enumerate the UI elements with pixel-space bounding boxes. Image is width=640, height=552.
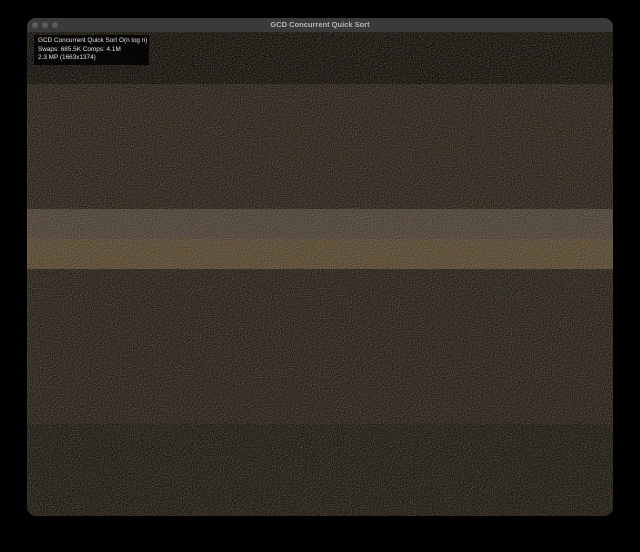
- algorithm-label: GCD Concurrent Quick Sort O(n log n): [38, 37, 148, 44]
- window-title: GCD Concurrent Quick Sort: [270, 20, 370, 29]
- title-bar[interactable]: GCD Concurrent Quick Sort: [27, 18, 613, 33]
- noise-image: [27, 32, 613, 516]
- app-window: GCD Concurrent Quick Sort GCD Concurrent…: [27, 18, 613, 516]
- sort-visualization-canvas: [27, 32, 613, 516]
- stats-overlay: GCD Concurrent Quick Sort O(n log n) Swa…: [34, 35, 149, 65]
- resolution-label: 2.3 MP (1663x1374): [38, 54, 96, 61]
- swaps-comps-label: Swaps: 685.5K Comps: 4.1M: [38, 45, 121, 53]
- grain-layer-dark: [28, 33, 613, 516]
